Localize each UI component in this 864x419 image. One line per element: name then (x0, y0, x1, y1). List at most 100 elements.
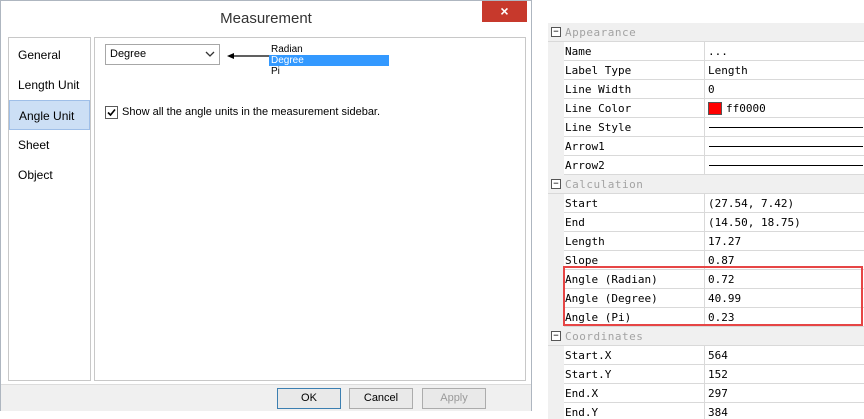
property-name: Start (565, 194, 705, 212)
row-gutter (548, 346, 564, 365)
row-gutter (548, 365, 564, 384)
row-gutter (548, 99, 564, 118)
close-button[interactable]: × (482, 1, 527, 22)
property-value[interactable]: 297 (708, 384, 864, 402)
property-row: Angle (Radian) 0.72 (548, 270, 864, 289)
property-value[interactable]: 0.87 (708, 251, 864, 269)
row-gutter (548, 232, 564, 251)
property-row: Line Style (548, 118, 864, 137)
row-gutter (548, 308, 564, 327)
property-name: Line Style (565, 118, 705, 136)
row-gutter (548, 194, 564, 213)
apply-button[interactable]: Apply (422, 388, 486, 409)
property-value[interactable]: 17.27 (708, 232, 864, 250)
property-row: Arrow1 (548, 137, 864, 156)
property-row: Name ... (548, 42, 864, 61)
title-bar: Measurement × (1, 1, 531, 36)
collapse-toggle-icon[interactable]: − (551, 331, 561, 341)
property-name: Start.X (565, 346, 705, 364)
category-label: Appearance (565, 26, 637, 39)
property-name: Slope (565, 251, 705, 269)
property-name: Angle (Degree) (565, 289, 705, 307)
property-row: Angle (Degree) 40.99 (548, 289, 864, 308)
line-style-value[interactable] (708, 118, 864, 136)
property-value[interactable]: 564 (708, 346, 864, 364)
sidebar-item-sheet[interactable]: Sheet (9, 130, 90, 160)
line-sample (709, 127, 863, 128)
row-gutter (548, 384, 564, 403)
property-name: Angle (Radian) (565, 270, 705, 288)
angle-unit-select[interactable]: Degree (105, 44, 220, 65)
arrow2-value[interactable] (708, 156, 864, 174)
show-all-units-checkbox[interactable] (105, 106, 118, 119)
row-gutter (548, 213, 564, 232)
row-gutter (548, 80, 564, 99)
row-gutter (548, 156, 564, 175)
property-row: Slope 0.87 (548, 251, 864, 270)
arrow-left-icon (227, 53, 271, 59)
arrow1-value[interactable] (708, 137, 864, 155)
collapse-toggle-icon[interactable]: − (551, 27, 561, 37)
sidebar-item-general[interactable]: General (9, 40, 90, 70)
cancel-button[interactable]: Cancel (349, 388, 413, 409)
row-gutter (548, 42, 564, 61)
property-value[interactable]: (14.50, 18.75) (708, 213, 864, 231)
category-label: Coordinates (565, 330, 644, 343)
property-row: End (14.50, 18.75) (548, 213, 864, 232)
property-name: Name (565, 42, 705, 60)
settings-sidebar: General Length Unit Angle Unit Sheet Obj… (8, 37, 91, 381)
property-name: Angle (Pi) (565, 308, 705, 326)
dialog-title: Measurement (220, 10, 312, 27)
property-name: End.Y (565, 403, 705, 419)
property-row: Line Color ff0000 (548, 99, 864, 118)
collapse-toggle-icon[interactable]: − (551, 179, 561, 189)
line-color-value[interactable]: ff0000 (708, 99, 864, 117)
property-row: Line Width 0 (548, 80, 864, 99)
measurement-dialog: Measurement × General Length Unit Angle … (0, 0, 532, 411)
category-calculation: − Calculation (548, 175, 864, 194)
property-value[interactable]: 384 (708, 403, 864, 419)
property-row: Start.X 564 (548, 346, 864, 365)
category-coordinates: − Coordinates (548, 327, 864, 346)
line-sample (709, 165, 863, 166)
property-name: Start.Y (565, 365, 705, 383)
property-row: Angle (Pi) 0.23 (548, 308, 864, 327)
property-name: End (565, 213, 705, 231)
property-value[interactable]: 0.23 (708, 308, 864, 326)
property-value[interactable]: (27.54, 7.42) (708, 194, 864, 212)
option-pi[interactable]: Pi (269, 66, 389, 77)
sidebar-item-angle-unit[interactable]: Angle Unit (9, 100, 90, 130)
angle-unit-panel: Degree Radian Degree Pi Show all the ang… (94, 37, 526, 381)
property-row: Length 17.27 (548, 232, 864, 251)
option-radian[interactable]: Radian (269, 44, 389, 55)
property-name: Arrow1 (565, 137, 705, 155)
line-sample (709, 146, 863, 147)
property-value[interactable]: 0.72 (708, 270, 864, 288)
property-value[interactable]: 0 (708, 80, 864, 98)
show-all-units-label: Show all the angle units in the measurem… (122, 106, 381, 118)
property-name: Line Color (565, 99, 705, 117)
sidebar-item-object[interactable]: Object (9, 160, 90, 190)
property-row: Start.Y 152 (548, 365, 864, 384)
property-value[interactable]: 40.99 (708, 289, 864, 307)
property-row: End.X 297 (548, 384, 864, 403)
property-value[interactable]: 152 (708, 365, 864, 383)
row-gutter (548, 270, 564, 289)
ok-button[interactable]: OK (277, 388, 341, 409)
row-gutter (548, 403, 564, 419)
property-row: Arrow2 (548, 156, 864, 175)
property-name: Arrow2 (565, 156, 705, 174)
property-name: Line Width (565, 80, 705, 98)
property-value[interactable]: ... (708, 42, 864, 60)
property-name: Length (565, 232, 705, 250)
category-label: Calculation (565, 178, 644, 191)
sidebar-item-length-unit[interactable]: Length Unit (9, 70, 90, 100)
color-swatch (708, 101, 722, 115)
option-degree[interactable]: Degree (269, 55, 389, 66)
category-appearance: − Appearance (548, 23, 864, 42)
property-row: Start (27.54, 7.42) (548, 194, 864, 213)
row-gutter (548, 289, 564, 308)
row-gutter (548, 118, 564, 137)
property-value[interactable]: Length (708, 61, 864, 79)
property-name: End.X (565, 384, 705, 402)
